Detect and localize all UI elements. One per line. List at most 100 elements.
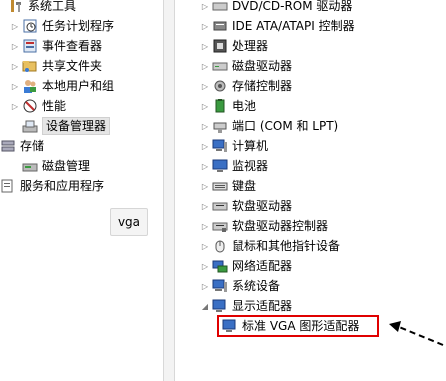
tree-item-label: 事件查看器 (42, 39, 103, 53)
console-tree: 系统工具 ▷ 任务计划程序 ▷ 事件查看器 ▷ 共享文件夹 ▷ 本地用户和组 ▷… (0, 0, 163, 381)
expand-arrow-icon[interactable]: ▷ (200, 256, 210, 276)
storage-icon (0, 138, 16, 154)
mouse-icon (212, 238, 228, 254)
highlight-rectangle (217, 315, 379, 337)
device-category-monitors[interactable]: ▷ 监视器 (200, 156, 268, 176)
collapse-arrow-icon[interactable] (0, 0, 6, 16)
expand-arrow-icon[interactable]: ▷ (200, 216, 210, 236)
tree-item-shared-folders[interactable]: ▷ 共享文件夹 (10, 56, 102, 76)
expand-arrow-icon[interactable]: ▷ (10, 56, 20, 76)
device-category-floppy-controllers[interactable]: ▷ 软盘驱动器控制器 (200, 216, 328, 236)
expand-arrow-icon[interactable]: ▷ (200, 276, 210, 296)
disk-drive-icon (212, 58, 228, 74)
device-category-label: 键盘 (232, 179, 257, 193)
device-category-storage-controllers[interactable]: ▷ 存储控制器 (200, 76, 292, 96)
performance-icon (22, 98, 38, 114)
device-category-mice[interactable]: ▷ 鼠标和其他指针设备 (200, 236, 340, 256)
tree-item-system-tools[interactable]: 系统工具 (0, 0, 76, 16)
task-scheduler-icon (22, 18, 38, 34)
device-category-floppy-drives[interactable]: ▷ 软盘驱动器 (200, 196, 292, 216)
shared-folder-icon (22, 58, 38, 74)
device-category-label: 存储控制器 (232, 79, 293, 93)
expand-arrow-icon[interactable]: ▷ (10, 36, 20, 56)
device-category-label: 监视器 (232, 159, 269, 173)
expand-arrow-icon[interactable]: ▷ (200, 36, 210, 56)
tree-item-label: 服务和应用程序 (20, 179, 105, 193)
services-icon (0, 178, 16, 194)
tree-item-label: 存储 (20, 139, 45, 153)
tree-item-task-scheduler[interactable]: ▷ 任务计划程序 (10, 16, 114, 36)
device-category-system-devices[interactable]: ▷ 系统设备 (200, 276, 280, 296)
tree-item-label: 设备管理器 (42, 117, 111, 135)
expand-arrow-icon[interactable]: ▷ (10, 96, 20, 116)
device-category-battery[interactable]: ▷ 电池 (200, 96, 256, 116)
tree-item-storage[interactable]: 存储 (0, 136, 44, 156)
device-category-label: 软盘驱动器 (232, 199, 293, 213)
tree-item-label: 本地用户和组 (42, 79, 115, 93)
system-tools-icon (8, 0, 24, 14)
monitor-icon (212, 158, 228, 174)
storage-controller-icon (212, 78, 228, 94)
vga-button[interactable]: vga (110, 208, 148, 236)
battery-icon (212, 98, 228, 114)
keyboard-icon (212, 178, 228, 194)
expand-arrow-icon[interactable]: ▷ (10, 16, 20, 36)
tree-item-event-viewer[interactable]: ▷ 事件查看器 (10, 36, 102, 56)
device-category-label: 端口 (COM 和 LPT) (232, 119, 339, 133)
device-category-keyboards[interactable]: ▷ 键盘 (200, 176, 256, 196)
dvd-drive-icon (212, 0, 228, 14)
device-category-network[interactable]: ▷ 网络适配器 (200, 256, 292, 276)
display-adapter-icon (212, 298, 228, 314)
event-viewer-icon (22, 38, 38, 54)
pane-splitter[interactable] (163, 0, 175, 381)
device-category-disk-drives[interactable]: ▷ 磁盘驱动器 (200, 56, 292, 76)
tree-item-local-users[interactable]: ▷ 本地用户和组 (10, 76, 114, 96)
tree-item-label: 系统工具 (28, 0, 77, 13)
expand-arrow-icon[interactable]: ▷ (200, 16, 210, 36)
expand-arrow-icon[interactable]: ▷ (10, 76, 20, 96)
device-category-ports[interactable]: ▷ 端口 (COM 和 LPT) (200, 116, 338, 136)
expand-arrow-icon[interactable]: ▷ (200, 56, 210, 76)
device-category-label: 鼠标和其他指针设备 (232, 239, 341, 253)
tree-item-label: 共享文件夹 (42, 59, 103, 73)
floppy-drive-icon (212, 198, 228, 214)
disk-management-icon (22, 158, 38, 174)
expand-arrow-icon[interactable]: ▷ (200, 196, 210, 216)
expand-arrow-icon[interactable]: ▷ (200, 236, 210, 256)
tree-item-label: 磁盘管理 (42, 159, 91, 173)
device-category-label: 网络适配器 (232, 259, 293, 273)
tree-item-label: 任务计划程序 (42, 19, 115, 33)
device-category-label: 计算机 (232, 139, 269, 153)
device-category-label: 系统设备 (232, 279, 281, 293)
expand-arrow-icon[interactable]: ▷ (200, 136, 210, 156)
device-category-processor[interactable]: ▷ 处理器 (200, 36, 268, 56)
device-category-ide[interactable]: ▷ IDE ATA/ATAPI 控制器 (200, 16, 355, 36)
expand-arrow-icon[interactable]: ▷ (200, 96, 210, 116)
device-category-label: DVD/CD-ROM 驱动器 (232, 0, 353, 13)
vga-button-label: vga (117, 215, 141, 229)
port-icon (212, 118, 228, 134)
dashed-arrow-icon (389, 321, 444, 346)
expand-arrow-icon[interactable]: ▷ (200, 0, 210, 16)
tree-item-disk-management[interactable]: 磁盘管理 (22, 156, 90, 176)
expand-arrow-icon[interactable]: ▷ (200, 116, 210, 136)
tree-item-services-apps[interactable]: 服务和应用程序 (0, 176, 104, 196)
device-category-label: 显示适配器 (232, 299, 293, 313)
computer-icon (212, 138, 228, 154)
collapse-arrow-icon[interactable]: ◢ (200, 296, 210, 316)
network-adapter-icon (212, 258, 228, 274)
expand-arrow-icon[interactable]: ▷ (200, 156, 210, 176)
floppy-controller-icon (212, 218, 228, 234)
computer-management-window: 系统工具 ▷ 任务计划程序 ▷ 事件查看器 ▷ 共享文件夹 ▷ 本地用户和组 ▷… (0, 0, 446, 381)
device-category-dvd[interactable]: ▷ DVD/CD-ROM 驱动器 (200, 0, 353, 16)
device-category-label: 软盘驱动器控制器 (232, 219, 329, 233)
device-category-computer[interactable]: ▷ 计算机 (200, 136, 268, 156)
device-manager-icon (22, 118, 38, 134)
expand-arrow-icon[interactable]: ▷ (200, 176, 210, 196)
expand-arrow-icon[interactable]: ▷ (200, 76, 210, 96)
users-icon (22, 78, 38, 94)
tree-item-performance[interactable]: ▷ 性能 (10, 96, 66, 116)
tree-item-device-manager[interactable]: 设备管理器 (22, 116, 111, 136)
device-category-label: 电池 (232, 99, 257, 113)
device-category-display-adapters[interactable]: ◢ 显示适配器 (200, 296, 292, 316)
